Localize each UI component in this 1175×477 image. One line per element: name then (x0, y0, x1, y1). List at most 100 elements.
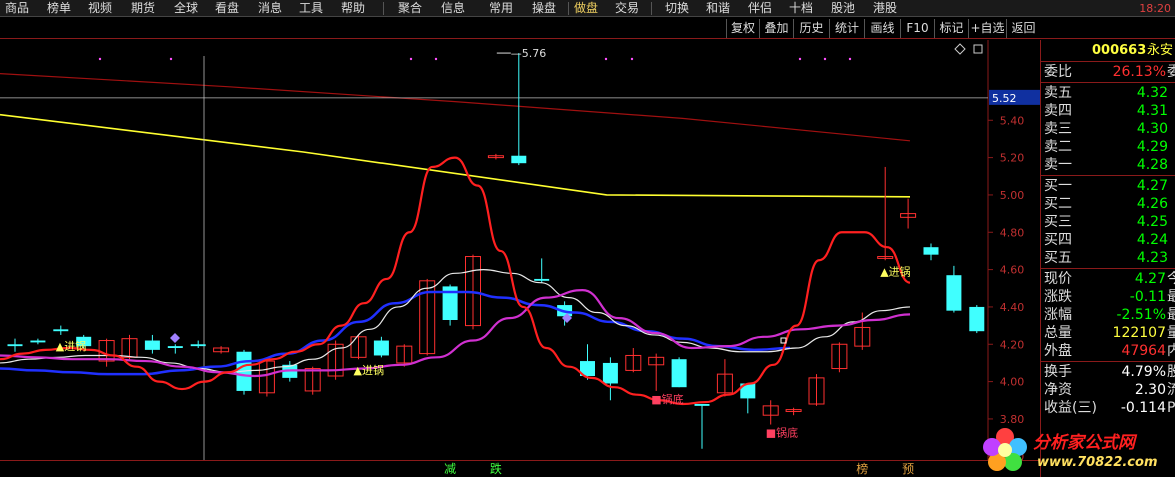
quote-value: -2.51% (1116, 307, 1166, 323)
menu-item[interactable]: 消息 (258, 0, 282, 17)
quote-value: 26.13% (1112, 64, 1166, 80)
bid-row: 买五 4.23 (1041, 249, 1175, 268)
quote-value: 4.29 (1136, 139, 1168, 155)
menu-item[interactable]: 交易 (615, 0, 639, 17)
toolbar-button[interactable]: 统计 (829, 19, 864, 38)
quote-value: 4.27 (1134, 271, 1166, 287)
top-dot-marker (798, 57, 802, 61)
top-dot-marker (169, 57, 173, 61)
quote-label: 净资 (1044, 382, 1072, 398)
quote-truncated-label: PE (1167, 400, 1175, 416)
toolbar-button[interactable]: 画线 (864, 19, 900, 38)
cursor-price-label: 5.52 (992, 92, 1017, 105)
top-dot-marker (98, 57, 102, 61)
extra-row: 换手 4.79% 股 (1041, 363, 1175, 382)
diamond-outline-icon (954, 43, 966, 55)
quote-value: 4.30 (1136, 121, 1168, 137)
menu-bar: 商品 榜单 视频 期货 全球 看盘 消息 工具 帮助 聚合 信息 常用 操盘 做盘 交易 切换 和谐 伴侣 十档 股池… (0, 0, 1175, 17)
quote-divider (1041, 361, 1175, 362)
quote-truncated-label: 量 (1167, 325, 1175, 341)
diamond-marker-icon (170, 333, 180, 343)
quote-truncated-label: 最 (1167, 289, 1175, 305)
quote-label: 卖五 (1044, 85, 1072, 101)
menu-item[interactable]: 股池 (831, 0, 855, 17)
quote-label: 卖一 (1044, 157, 1072, 173)
menu-item[interactable]: 商品 (5, 0, 29, 17)
y-tick-label: 4.60 (1000, 264, 1025, 277)
toolbar-button[interactable]: 复权 (726, 19, 759, 38)
top-dot-marker (434, 57, 438, 61)
quote-divider (1041, 268, 1175, 269)
menu-item[interactable]: 常用 (489, 0, 513, 17)
ask-row: 卖三 4.30 (1041, 120, 1175, 139)
menu-item[interactable]: 帮助 (341, 0, 365, 17)
y-tick-label: 5.20 (1000, 152, 1025, 165)
menu-item[interactable]: 工具 (299, 0, 323, 17)
menu-item[interactable]: 操盘 (532, 0, 556, 17)
menu-item[interactable]: 聚合 (398, 0, 422, 17)
signal-label: ■锅底 (651, 392, 683, 406)
toolbar-button[interactable]: F10 (900, 19, 934, 38)
kline-chart[interactable]: 5.405.205.004.804.604.404.204.003.803.60… (0, 40, 1040, 460)
toolbar-button[interactable]: 返回 (1006, 19, 1040, 38)
menu-separator (651, 2, 652, 15)
stat-row: 现价 4.27 今 (1041, 270, 1175, 289)
quote-label: 总量 (1044, 325, 1072, 341)
event-strip: 减跌榜预 (0, 460, 1040, 477)
ask-row: 卖一 4.28 (1041, 156, 1175, 175)
ma-red-line (0, 156, 911, 406)
menu-item[interactable]: 和谐 (706, 0, 730, 17)
quote-truncated-label: 流 (1167, 382, 1175, 398)
quote-value: -0.11 (1129, 289, 1166, 305)
quote-value: 122107 (1112, 325, 1166, 341)
stat-row: 涨跌 -0.11 最 (1041, 288, 1175, 307)
menu-item[interactable]: 港股 (873, 0, 897, 17)
quote-value: 4.27 (1136, 178, 1168, 194)
menu-item[interactable]: 十档 (789, 0, 813, 17)
menu-item[interactable]: 期货 (131, 0, 155, 17)
quote-label: 收益(三) (1044, 400, 1097, 416)
quote-value: 4.25 (1136, 214, 1168, 230)
stock-header: 000663 永安 (1041, 40, 1175, 62)
menu-item[interactable]: 信息 (441, 0, 465, 17)
menu-item[interactable]: 做盘 (574, 0, 598, 17)
toolbar-button[interactable]: 叠加 (759, 19, 793, 38)
toolbar-button[interactable]: 历史 (793, 19, 829, 38)
top-dot-marker (823, 57, 827, 61)
candle-body-down (534, 278, 550, 281)
menu-item[interactable]: 视频 (88, 0, 112, 17)
menu-item[interactable]: 切换 (665, 0, 689, 17)
high-price-label: —5.76 (511, 47, 547, 60)
menu-item[interactable]: 伴侣 (748, 0, 772, 17)
quote-value: 4.24 (1136, 232, 1168, 248)
quote-truncated-label: 委 (1167, 64, 1175, 80)
toolbar-button[interactable]: 标记 (934, 19, 968, 38)
bid-row: 买二 4.26 (1041, 195, 1175, 214)
bid-row: 买三 4.25 (1041, 213, 1175, 232)
watermark: 分析家公式网 www.70822.com (975, 420, 1175, 477)
clock: 18:20 (1139, 2, 1171, 15)
quote-divider (1041, 82, 1175, 83)
ask-row: 卖二 4.29 (1041, 138, 1175, 157)
quote-value: -0.114 (1120, 400, 1166, 416)
stat-row: 总量 122107 量 (1041, 324, 1175, 343)
quote-value: 4.31 (1136, 103, 1168, 119)
stock-code: 000663 (1092, 43, 1147, 58)
menu-separator (383, 2, 384, 15)
candle-body-down (946, 275, 962, 311)
quote-truncated-label: 内 (1167, 343, 1175, 359)
signal-label: ▲进锅 (354, 364, 384, 377)
menu-item[interactable]: 看盘 (215, 0, 239, 17)
menu-item[interactable]: 全球 (174, 0, 198, 17)
quote-truncated-label: 今 (1167, 271, 1175, 287)
top-dot-marker (630, 57, 634, 61)
ma-white-line (0, 268, 911, 373)
menu-separator (568, 2, 569, 15)
signal-label: ▲进锅 (56, 340, 86, 353)
menu-item[interactable]: 榜单 (47, 0, 71, 17)
stat-row: 涨幅 -2.51% 最 (1041, 306, 1175, 325)
ma-blue-line (0, 290, 791, 376)
quote-truncated-label: 股 (1167, 364, 1175, 380)
toolbar-button[interactable]: +自选 (968, 19, 1006, 38)
quote-value: 4.28 (1136, 157, 1168, 173)
